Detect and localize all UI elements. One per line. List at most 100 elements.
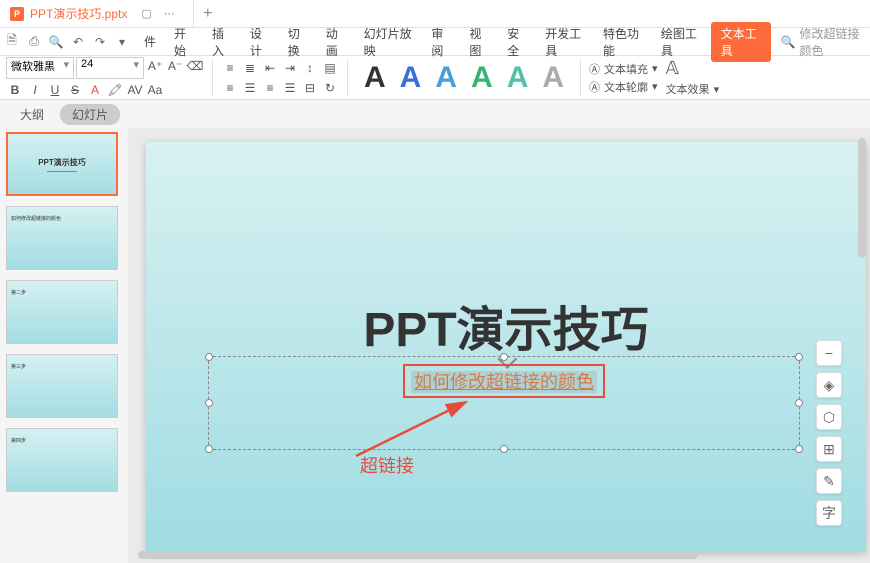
valign-button[interactable]: ⊟ <box>301 79 319 97</box>
text-effect-button[interactable]: 𝔸 <box>666 58 720 79</box>
align-left-button[interactable]: ≡ <box>221 79 239 97</box>
zoom-out-button[interactable]: − <box>816 340 842 366</box>
fill-icon: Ⓐ <box>589 61 600 77</box>
grow-font-button[interactable]: A⁺ <box>146 57 164 75</box>
slide-thumb-5[interactable]: 第四步 <box>6 428 118 492</box>
horizontal-scrollbar[interactable] <box>128 549 856 561</box>
vertical-scrollbar[interactable] <box>856 128 868 563</box>
text-fill-button[interactable]: Ⓐ文本填充▾ <box>589 61 658 77</box>
print-icon[interactable]: ⎙ <box>26 34 42 50</box>
preview-icon[interactable]: 🔍 <box>48 34 64 50</box>
layers-button[interactable]: ◈ <box>816 372 842 398</box>
menu-slideshow[interactable]: 幻灯片放映 <box>356 21 422 63</box>
annotation-label: 超链接 <box>360 452 414 478</box>
grid-button[interactable]: ⊞ <box>816 436 842 462</box>
resize-handle[interactable] <box>205 399 213 407</box>
menu-texttools[interactable]: 文本工具 <box>711 22 771 62</box>
spacing-button[interactable]: AV <box>126 81 144 99</box>
menu-insert[interactable]: 插入 <box>204 21 240 63</box>
slide[interactable]: PPT演示技巧 如何修改超链接的颜色 超链接 <box>146 142 866 552</box>
more-icon[interactable]: ⋯ <box>164 7 175 20</box>
resize-handle[interactable] <box>795 445 803 453</box>
divider <box>347 60 348 96</box>
indent-inc-button[interactable]: ⇥ <box>281 59 299 77</box>
resize-handle[interactable] <box>205 445 213 453</box>
menu-animation[interactable]: 动画 <box>318 21 354 63</box>
text-direction-button[interactable]: ↻ <box>321 79 339 97</box>
thumb-title: PPT演示技巧 <box>38 157 86 168</box>
reflect-button[interactable]: ⬡ <box>816 404 842 430</box>
italic-button[interactable]: I <box>26 81 44 99</box>
wordart-style-4[interactable]: A <box>471 61 493 95</box>
wordart-style-6[interactable]: A <box>542 61 564 95</box>
underline-button[interactable]: U <box>46 81 64 99</box>
save-icon[interactable]: 🗎 <box>4 34 20 50</box>
align-justify-button[interactable]: ☰ <box>281 79 299 97</box>
menu-devtools[interactable]: 开发工具 <box>537 21 593 63</box>
thumbnail-panel[interactable]: PPT演示技巧 如何修改超链接的颜色 第二步 第三步 第四步 <box>0 128 128 563</box>
outline-tab[interactable]: 大纲 <box>14 104 50 125</box>
wordart-style-1[interactable]: A <box>364 61 386 95</box>
text-format-options: Ⓐ文本填充▾ Ⓐ文本轮廓▾ <box>589 61 658 95</box>
font-name-select[interactable]: 微软雅黑 <box>6 57 74 79</box>
highlight-button[interactable]: 🖍 <box>106 81 124 99</box>
menu-drawtools[interactable]: 绘图工具 <box>653 21 709 63</box>
numbering-button[interactable]: ≣ <box>241 59 259 77</box>
menu-features[interactable]: 特色功能 <box>595 21 651 63</box>
strike-button[interactable]: S <box>66 81 84 99</box>
menu-review[interactable]: 审阅 <box>423 21 459 63</box>
align-right-button[interactable]: ≡ <box>261 79 279 97</box>
menu-security[interactable]: 安全 <box>499 21 535 63</box>
columns-button[interactable]: ▤ <box>321 59 339 77</box>
menu-view[interactable]: 视图 <box>461 21 497 63</box>
wordart-style-3[interactable]: A <box>435 61 457 95</box>
wordart-gallery[interactable]: A A A A A A <box>356 61 572 95</box>
menu-design[interactable]: 设计 <box>242 21 278 63</box>
text-effect-label: 文本效果 <box>666 81 710 97</box>
resize-handle[interactable] <box>795 399 803 407</box>
search-area[interactable]: 🔍 修改超链接颜色 <box>773 25 866 59</box>
redo-icon[interactable]: ↷ <box>92 34 108 50</box>
resize-handle[interactable] <box>205 353 213 361</box>
line-spacing-button[interactable]: ↕ <box>301 59 319 77</box>
main-area: PPT演示技巧 如何修改超链接的颜色 第二步 第三步 第四步 PPT演示技巧 <box>0 128 870 563</box>
resize-handle[interactable] <box>500 353 508 361</box>
text-button[interactable]: 字 <box>816 500 842 526</box>
slide-title[interactable]: PPT演示技巧 <box>363 290 648 360</box>
slides-tab[interactable]: 幻灯片 <box>60 104 120 125</box>
menu-file[interactable]: 件 <box>136 29 164 54</box>
pencil-button[interactable]: ✎ <box>816 468 842 494</box>
wordart-style-5[interactable]: A <box>507 61 529 95</box>
search-icon: 🔍 <box>781 35 796 49</box>
shrink-font-button[interactable]: A⁻ <box>166 57 184 75</box>
dropdown-icon[interactable]: ▾ <box>114 34 130 50</box>
font-size-select[interactable]: 24 <box>76 57 144 79</box>
present-icon[interactable]: ▢ <box>141 7 151 20</box>
clear-format-button[interactable]: ⌫ <box>186 57 204 75</box>
case-button[interactable]: Aa <box>146 81 164 99</box>
slide-canvas-area[interactable]: PPT演示技巧 如何修改超链接的颜色 超链接 <box>128 128 870 563</box>
font-color-button[interactable]: A <box>86 81 104 99</box>
text-outline-button[interactable]: Ⓐ文本轮廓▾ <box>589 79 658 95</box>
undo-icon[interactable]: ↶ <box>70 34 86 50</box>
wordart-style-2[interactable]: A <box>400 61 422 95</box>
divider <box>580 60 581 96</box>
ribbon-toolbar: 微软雅黑 24 A⁺ A⁻ ⌫ B I U S A 🖍 AV Aa ≡ ≣ ⇤ … <box>0 56 870 100</box>
hyperlink-text[interactable]: 如何修改超链接的颜色 <box>411 371 597 393</box>
resize-handle[interactable] <box>500 445 508 453</box>
slide-thumb-1[interactable]: PPT演示技巧 <box>6 132 118 196</box>
effect-icon: 𝔸 <box>666 58 679 79</box>
document-tab[interactable]: P PPT演示技巧.pptx ▢ ⋯ <box>0 0 194 27</box>
tab-title: PPT演示技巧.pptx <box>30 5 127 22</box>
slide-thumb-4[interactable]: 第三步 <box>6 354 118 418</box>
indent-dec-button[interactable]: ⇤ <box>261 59 279 77</box>
align-center-button[interactable]: ☰ <box>241 79 259 97</box>
tab-controls: ▢ ⋯ <box>133 7 182 20</box>
slide-thumb-2[interactable]: 如何修改超链接的颜色 <box>6 206 118 270</box>
app-icon: P <box>10 7 24 21</box>
menu-transition[interactable]: 切换 <box>280 21 316 63</box>
bold-button[interactable]: B <box>6 81 24 99</box>
bullets-button[interactable]: ≡ <box>221 59 239 77</box>
slide-thumb-3[interactable]: 第二步 <box>6 280 118 344</box>
resize-handle[interactable] <box>795 353 803 361</box>
